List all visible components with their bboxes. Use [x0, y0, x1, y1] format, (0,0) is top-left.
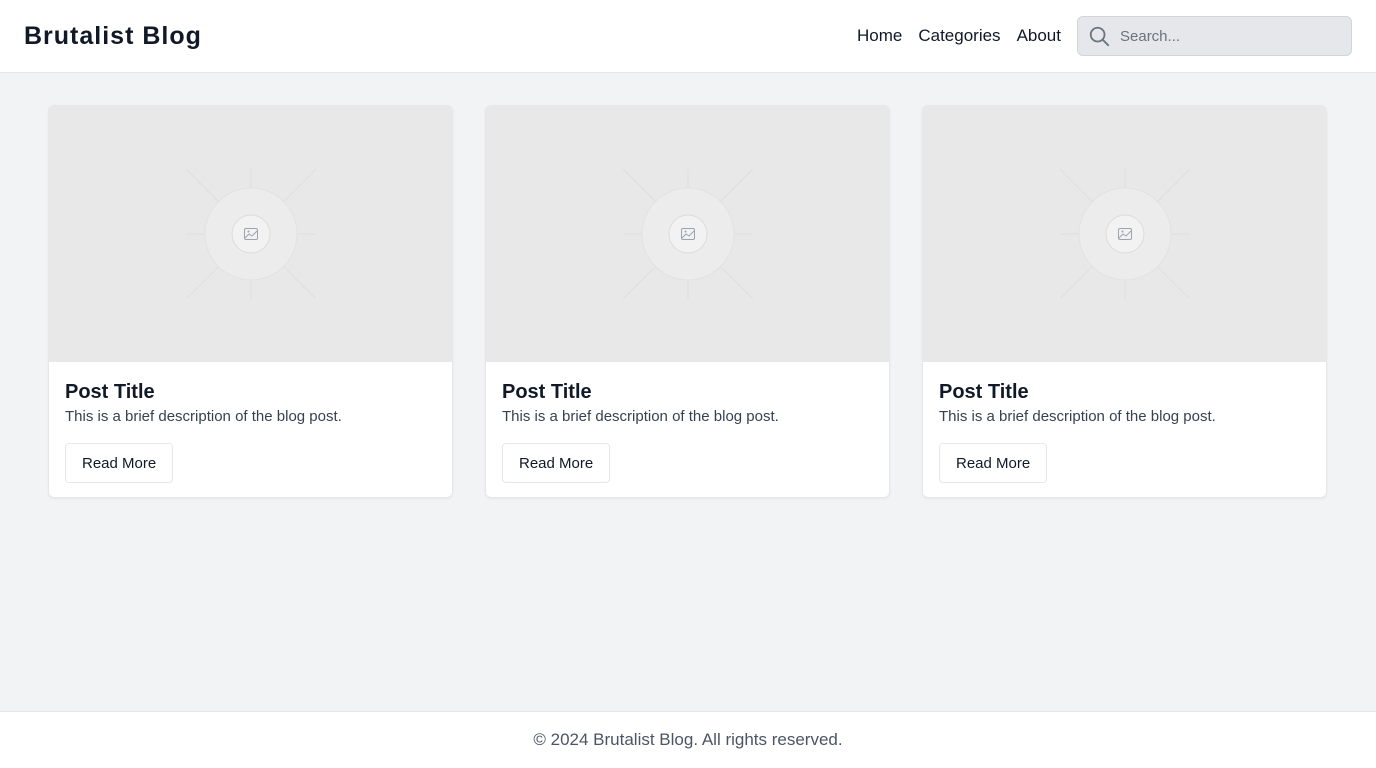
image-placeholder-icon — [1059, 169, 1190, 299]
read-more-button[interactable]: Read More — [502, 443, 611, 483]
post-card: Post Title This is a brief description o… — [922, 105, 1327, 498]
nav-link-about[interactable]: About — [1017, 26, 1061, 46]
post-card: Post Title This is a brief description o… — [485, 105, 890, 498]
post-description: This is a brief description of the blog … — [939, 408, 1216, 425]
read-more-button[interactable]: Read More — [65, 443, 174, 483]
site-logo[interactable]: Brutalist Blog — [24, 22, 202, 51]
post-image — [923, 106, 1326, 362]
post-description: This is a brief description of the blog … — [65, 408, 342, 425]
site-header: Brutalist Blog Home Categories About — [0, 0, 1376, 73]
read-more-button[interactable]: Read More — [939, 443, 1048, 483]
page: Brutalist Blog Home Categories About Sea… — [0, 0, 1376, 768]
post-title[interactable]: Post Title — [65, 380, 436, 404]
post-grid: Post Title This is a brief description o… — [48, 105, 1328, 498]
search-input[interactable] — [1120, 27, 1340, 45]
image-placeholder-icon — [185, 169, 316, 299]
copyright-text: © 2024 Brutalist Blog. All rights reserv… — [533, 730, 843, 749]
post-title[interactable]: Post Title — [939, 380, 1310, 404]
main-nav: Home Categories About — [857, 16, 1352, 56]
post-image — [486, 106, 889, 362]
nav-link-categories[interactable]: Categories — [918, 26, 1000, 46]
search-box[interactable] — [1077, 16, 1352, 56]
post-card-body: Post Title This is a brief description o… — [49, 362, 452, 497]
nav-link-home[interactable]: Home — [857, 26, 902, 46]
post-card-body: Post Title This is a brief description o… — [923, 362, 1326, 497]
post-card: Post Title This is a brief description o… — [48, 105, 453, 498]
post-image — [49, 106, 452, 362]
image-placeholder-icon — [622, 169, 753, 299]
search-icon — [1089, 26, 1110, 47]
post-description: This is a brief description of the blog … — [502, 408, 779, 425]
post-card-body: Post Title This is a brief description o… — [486, 362, 889, 497]
post-title[interactable]: Post Title — [502, 380, 873, 404]
site-footer: © 2024 Brutalist Blog. All rights reserv… — [0, 711, 1376, 768]
